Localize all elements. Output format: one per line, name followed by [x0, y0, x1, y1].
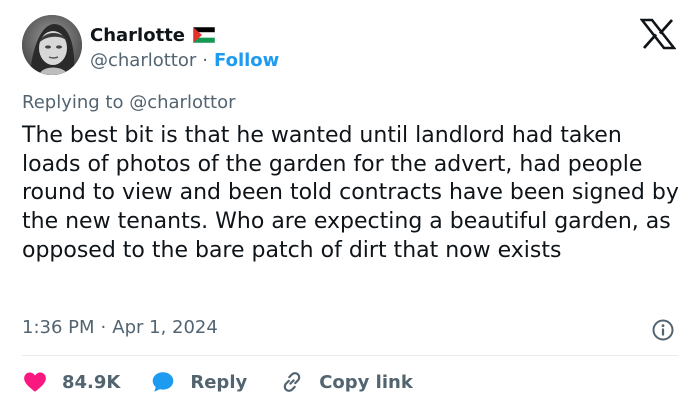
replying-prefix: Replying to — [22, 92, 124, 113]
reply-label: Reply — [190, 371, 248, 393]
avatar-image — [22, 15, 82, 75]
author-handle-row: @charlottor · Follow — [90, 48, 279, 72]
action-bar: 84.9K Reply Copy link — [22, 368, 413, 396]
author-handle[interactable]: @charlottor — [90, 50, 196, 71]
copy-link-label: Copy link — [319, 371, 413, 393]
palestine-flag-icon — [193, 27, 216, 43]
copy-link-button[interactable]: Copy link — [279, 369, 413, 395]
tweet-date: Apr 1, 2024 — [112, 317, 218, 338]
info-icon[interactable] — [651, 318, 675, 342]
speech-bubble-icon — [153, 372, 174, 392]
replying-to: Replying to @charlottor — [22, 92, 236, 113]
tweet-text: The best bit is that he wanted until lan… — [22, 123, 679, 263]
tweet-timestamp[interactable]: 1:36 PM · Apr 1, 2024 — [22, 317, 218, 338]
heart-icon — [24, 372, 46, 392]
replying-handle-link[interactable]: @charlottor — [129, 92, 235, 113]
handle-separator: · — [202, 49, 209, 71]
follow-button[interactable]: Follow — [214, 50, 279, 71]
divider — [22, 355, 678, 356]
x-logo-icon[interactable] — [640, 18, 676, 50]
link-icon — [283, 372, 301, 392]
author-name-row: Charlotte — [90, 22, 216, 48]
tweet-time: 1:36 PM — [22, 317, 95, 338]
like-button[interactable]: 84.9K — [22, 369, 120, 395]
author-name[interactable]: Charlotte — [90, 25, 185, 46]
reply-button[interactable]: Reply — [150, 369, 247, 395]
avatar[interactable] — [22, 15, 82, 75]
timestamp-separator: · — [100, 317, 107, 338]
like-count: 84.9K — [62, 371, 121, 393]
